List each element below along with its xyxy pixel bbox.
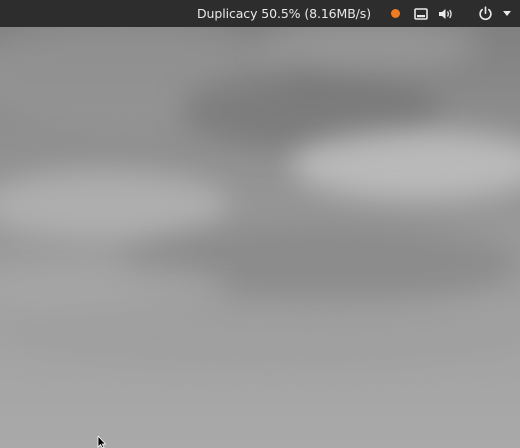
duplicacy-progress-indicator[interactable]: Duplicacy 50.5% (8.16MB/s) — [197, 0, 371, 27]
tray-icon — [414, 7, 428, 20]
tray-indicator[interactable] — [412, 0, 430, 27]
mouse-pointer-icon — [97, 436, 107, 448]
top-panel: Duplicacy 50.5% (8.16MB/s) — [0, 0, 520, 27]
power-indicator[interactable] — [476, 0, 494, 27]
status-dot-icon — [390, 9, 400, 18]
wallpaper — [0, 0, 520, 448]
volume-icon — [439, 8, 452, 19]
desktop: Duplicacy 50.5% (8.16MB/s) — [0, 0, 520, 448]
system-menu-arrow[interactable] — [502, 0, 512, 27]
power-icon — [478, 6, 492, 21]
status-dot-indicator[interactable] — [388, 0, 402, 27]
volume-indicator[interactable] — [436, 0, 456, 27]
chevron-down-icon — [503, 11, 511, 16]
